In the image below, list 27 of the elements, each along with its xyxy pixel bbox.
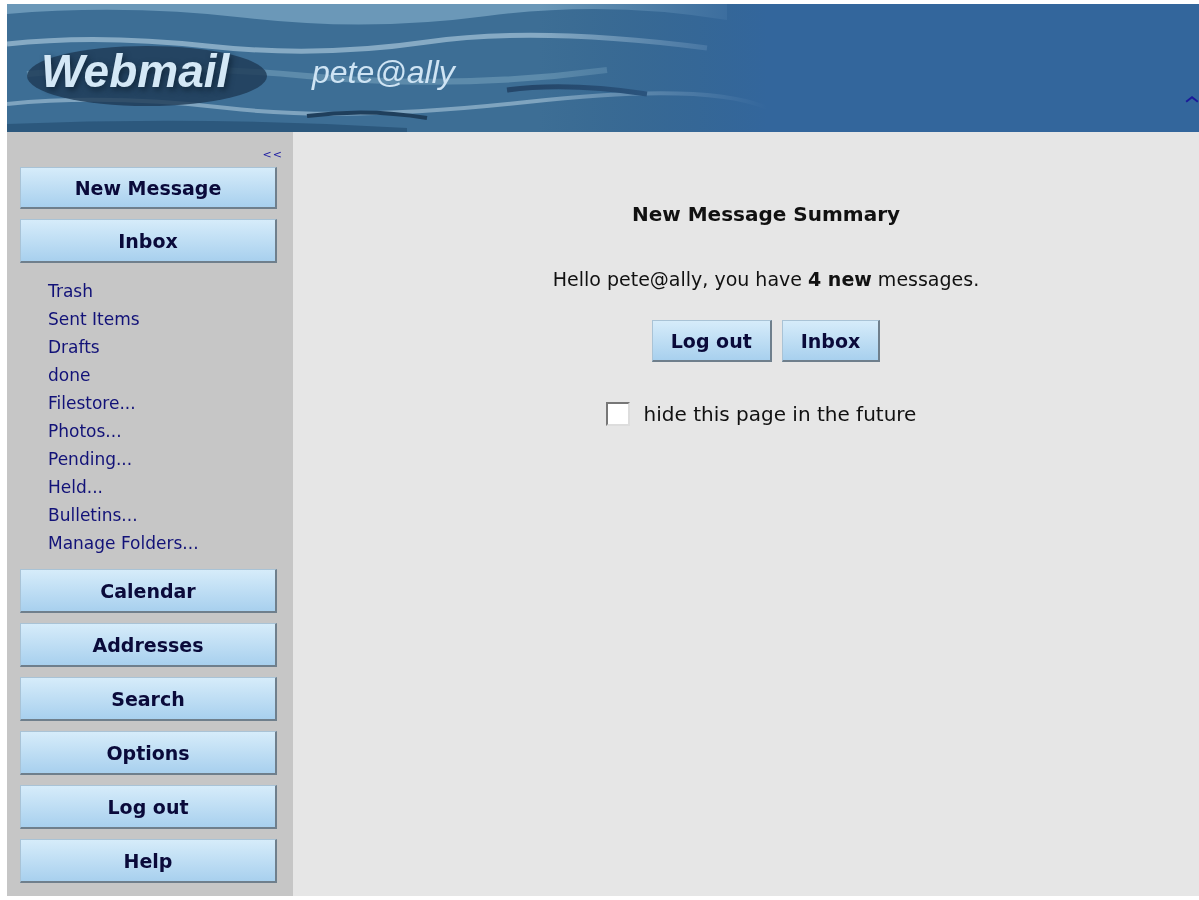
summary-message: Hello pete@ally, you have 4 new messages. bbox=[552, 268, 980, 290]
folder-link[interactable]: Drafts bbox=[48, 333, 199, 361]
user-name: pete@ally bbox=[312, 54, 455, 91]
sidebar-button[interactable]: Search bbox=[20, 677, 277, 721]
collapse-link[interactable]: << bbox=[262, 148, 283, 161]
sidebar-button[interactable]: Addresses bbox=[20, 623, 277, 667]
folder-link[interactable]: Pending... bbox=[48, 445, 199, 473]
folder-link[interactable]: Sent Items bbox=[48, 305, 199, 333]
sidebar-button[interactable]: New Message bbox=[20, 167, 277, 209]
folder-link[interactable]: Bulletins... bbox=[48, 501, 199, 529]
folder-link[interactable]: Photos... bbox=[48, 417, 199, 445]
checkbox-label: hide this page in the future bbox=[643, 402, 917, 426]
sidebar-button[interactable]: Log out bbox=[20, 785, 277, 829]
action-button[interactable]: Inbox bbox=[781, 320, 881, 362]
webmail-logo: Webmail bbox=[41, 44, 230, 98]
sidebar-button[interactable]: Options bbox=[20, 731, 277, 775]
sidebar-button[interactable]: Inbox bbox=[20, 219, 277, 263]
folder-link[interactable]: Manage Folders... bbox=[48, 529, 199, 557]
folder-link[interactable]: Trash bbox=[48, 277, 199, 305]
summary-title: New Message Summary bbox=[631, 202, 901, 226]
folder-link[interactable]: done bbox=[48, 361, 199, 389]
hide-checkbox[interactable] bbox=[605, 402, 630, 426]
action-button[interactable]: Log out bbox=[651, 320, 772, 362]
sidebar-button[interactable]: Help bbox=[20, 839, 277, 883]
folder-link[interactable]: Filestore... bbox=[48, 389, 199, 417]
sidebar-button[interactable]: Calendar bbox=[20, 569, 277, 613]
folder-link[interactable]: Held... bbox=[48, 473, 199, 501]
